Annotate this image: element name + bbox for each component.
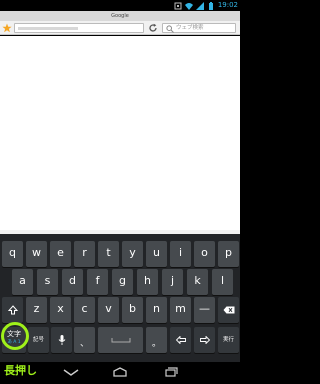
address-text [18, 27, 78, 30]
recent-apps-icon[interactable] [163, 367, 179, 377]
comma-key[interactable]: 、 [74, 327, 95, 353]
cursor-right-key[interactable] [194, 327, 215, 353]
key-s[interactable]: s [37, 269, 58, 295]
key-l[interactable]: l [212, 269, 233, 295]
long-press-highlight [1, 322, 29, 350]
key-e[interactable]: e [50, 241, 71, 267]
key-a[interactable]: a [12, 269, 33, 295]
key-j[interactable]: j [162, 269, 183, 295]
voice-input-key[interactable] [51, 327, 72, 353]
key-f[interactable]: f [87, 269, 108, 295]
search-input[interactable]: ウェブ検索 [162, 23, 236, 33]
key-label: o [201, 246, 208, 259]
web-content[interactable] [0, 36, 240, 230]
key-z[interactable]: z [26, 297, 47, 323]
key-label: j [170, 274, 175, 287]
key-label: t [106, 246, 111, 259]
key-label: m [175, 302, 186, 315]
key-b[interactable]: b [122, 297, 143, 323]
home-icon[interactable] [112, 367, 128, 377]
key-n[interactable]: n [146, 297, 167, 323]
key-label: 、 [79, 339, 89, 349]
browser-toolbar: Google ウェブ検索 [0, 11, 240, 35]
key-label: a [19, 274, 26, 287]
search-placeholder: ウェブ検索 [176, 25, 204, 31]
key-label: 。 [151, 339, 161, 349]
search-icon [166, 25, 174, 33]
soft-keyboard: q w e r t y u i o p a s d f g h j k l z … [0, 234, 240, 362]
wifi-icon [184, 2, 193, 10]
key-y[interactable]: y [122, 241, 143, 267]
key-r[interactable]: r [74, 241, 95, 267]
key-label: d [69, 274, 76, 287]
cursor-right-icon [199, 336, 210, 344]
key-w[interactable]: w [26, 241, 47, 267]
key-label: y [129, 246, 136, 259]
key-label: l [220, 274, 225, 287]
shift-icon [7, 305, 18, 315]
url-row: ウェブ検索 [0, 21, 240, 35]
key-label: q [9, 246, 16, 259]
key-d[interactable]: d [62, 269, 83, 295]
battery-icon [208, 1, 213, 10]
key-h[interactable]: h [137, 269, 158, 295]
reload-icon[interactable] [148, 23, 158, 33]
mic-icon [58, 335, 65, 345]
key-label: r [82, 246, 87, 259]
key-i[interactable]: i [170, 241, 191, 267]
key-label: i [178, 246, 183, 259]
key-label: v [105, 302, 112, 315]
key-label: x [57, 302, 64, 315]
enter-key[interactable]: 実行 [218, 327, 239, 353]
key-o[interactable]: o [194, 241, 215, 267]
cursor-left-icon [175, 336, 186, 344]
key-label: z [33, 302, 40, 315]
key-label: f [95, 274, 100, 287]
key-k[interactable]: k [187, 269, 208, 295]
space-key[interactable] [98, 327, 143, 353]
period-key[interactable]: 。 [146, 327, 167, 353]
key-p[interactable]: p [218, 241, 239, 267]
key-label: — [199, 302, 210, 315]
signal-icon [195, 1, 204, 10]
status-time: 19:02 [217, 1, 238, 9]
long-press-caption: 長押し [4, 364, 37, 377]
backspace-key[interactable] [218, 297, 239, 323]
cursor-left-key[interactable] [170, 327, 191, 353]
tab-strip: Google [0, 11, 240, 21]
key-c[interactable]: c [74, 297, 95, 323]
key-label: h [144, 274, 151, 287]
key-u[interactable]: u [146, 241, 167, 267]
key-v[interactable]: v [98, 297, 119, 323]
key-label: k [194, 274, 201, 287]
symbol-key[interactable]: 記号 [28, 327, 49, 353]
key-label: w [32, 246, 41, 259]
key-label: s [44, 274, 51, 287]
key-label: p [225, 246, 232, 259]
key-m[interactable]: m [170, 297, 191, 323]
space-icon [111, 338, 130, 343]
key-long-dash[interactable]: — [194, 297, 215, 323]
key-q[interactable]: q [2, 241, 23, 267]
back-icon[interactable] [63, 367, 79, 377]
address-bar[interactable] [14, 23, 144, 33]
status-bar: 19:02 [0, 0, 240, 11]
key-label: n [153, 302, 160, 315]
key-label: b [129, 302, 136, 315]
key-g[interactable]: g [112, 269, 133, 295]
key-t[interactable]: t [98, 241, 119, 267]
key-label: u [153, 246, 160, 259]
key-label: 記号 [32, 337, 44, 343]
bookmark-star-icon[interactable] [2, 23, 12, 33]
key-label: e [57, 246, 64, 259]
backspace-icon [223, 306, 234, 314]
key-label: 実行 [222, 337, 234, 343]
key-x[interactable]: x [50, 297, 71, 323]
shift-key[interactable] [2, 297, 23, 323]
key-label: g [119, 274, 126, 287]
status-icons: 19:02 [174, 0, 238, 11]
tab-google[interactable]: Google [100, 11, 140, 21]
key-label: c [81, 302, 88, 315]
notification-icon [174, 2, 182, 9]
